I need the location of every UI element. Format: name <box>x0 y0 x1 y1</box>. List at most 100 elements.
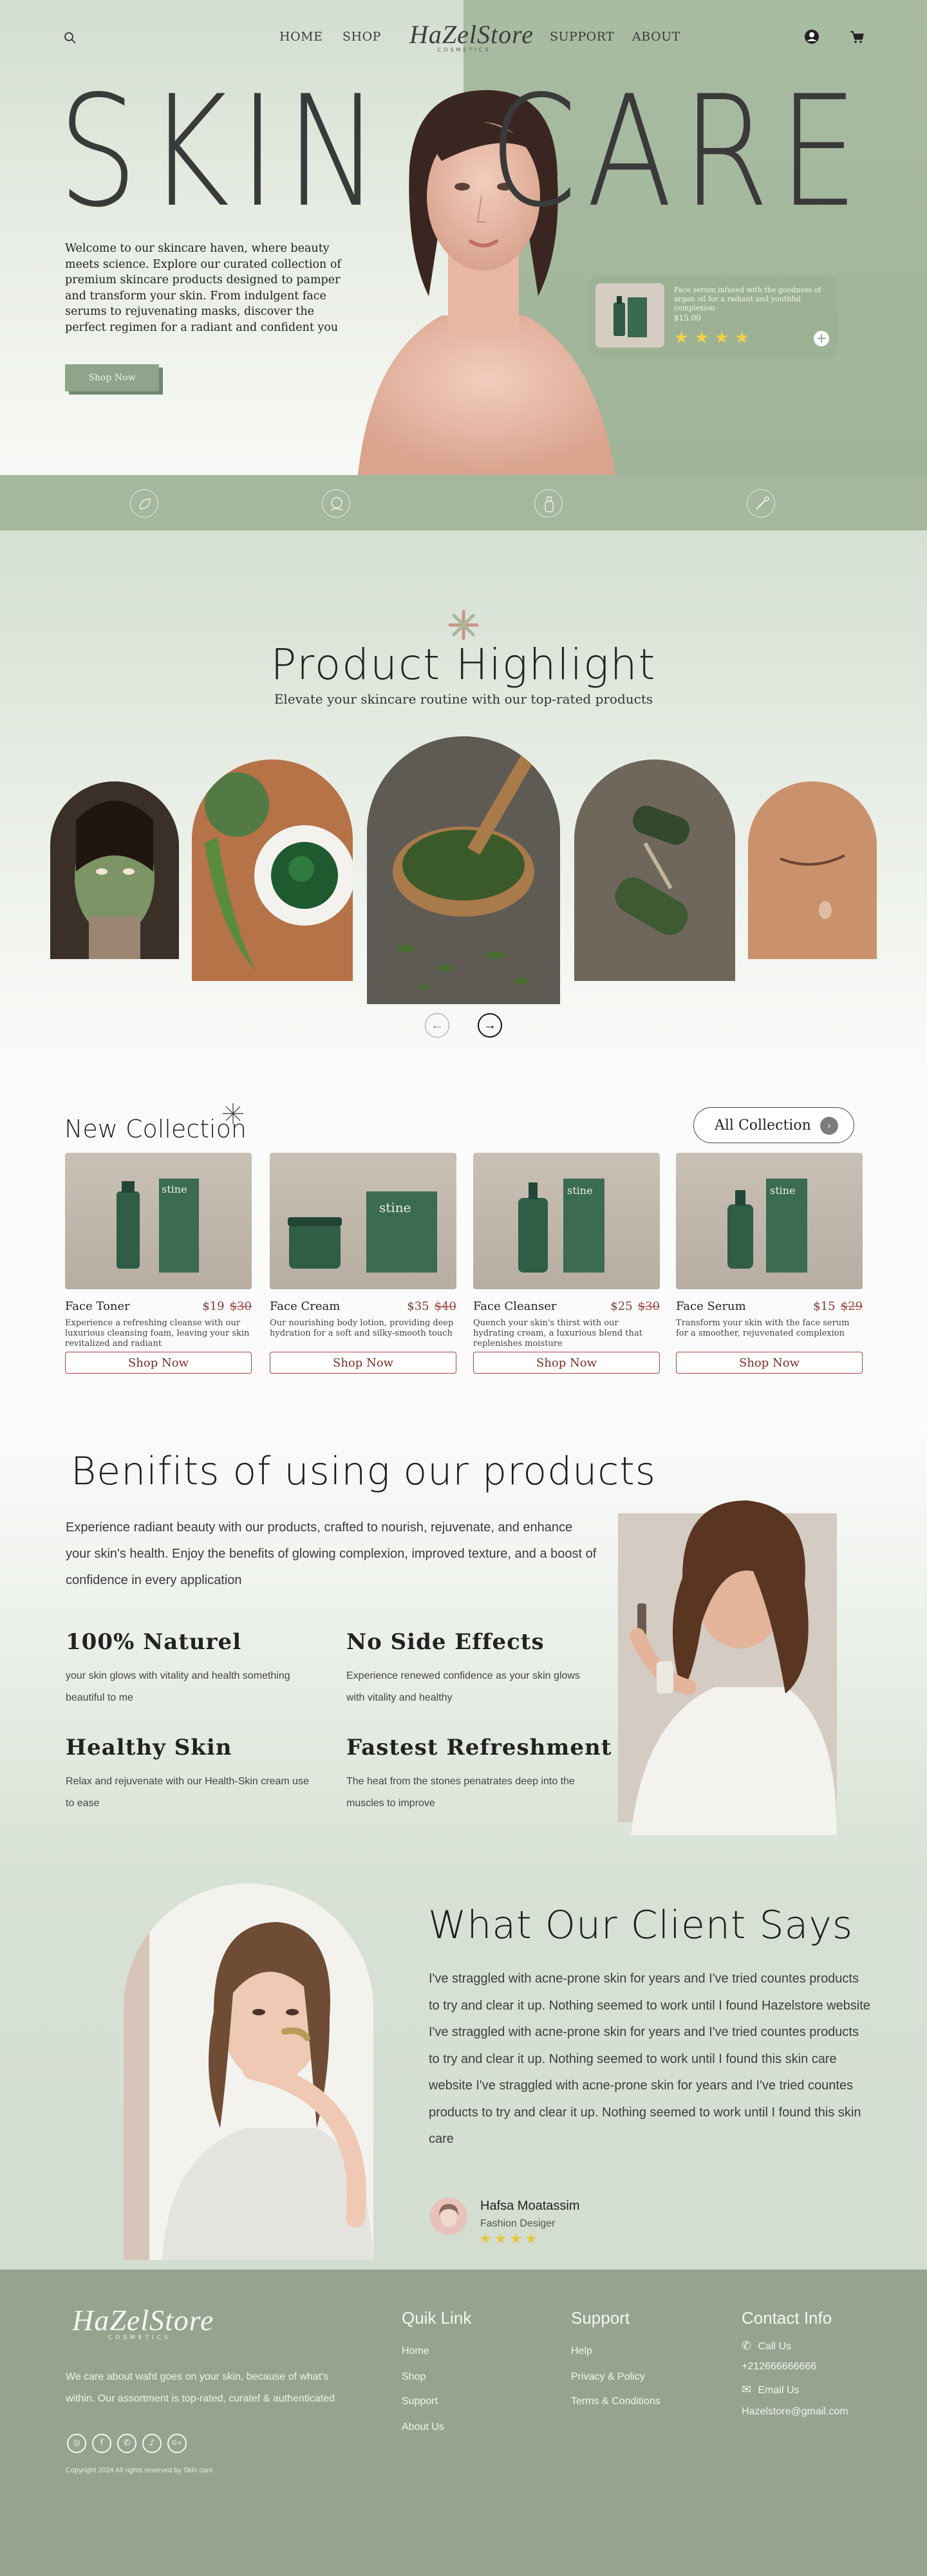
collection-title: New Collection <box>64 1115 247 1143</box>
bottle-badge-icon <box>534 489 563 518</box>
phone-icon: ✆ <box>742 2339 752 2352</box>
benefit-text: your skin glows with vitality and health… <box>66 1670 290 1703</box>
client-name: Hafsa Moatassim <box>480 2199 580 2213</box>
brand-label: stine <box>770 1184 796 1197</box>
shop-now-button[interactable]: Shop Now <box>65 1352 252 1374</box>
footer-logo[interactable]: HaZelStore COSMETICS <box>72 2303 214 2341</box>
nav-support-link[interactable]: SUPPORT <box>550 30 614 44</box>
product-name: Face Cream <box>270 1300 341 1313</box>
client-rating-stars: ★★★★ <box>479 2231 540 2247</box>
brand-logo[interactable]: HaZelStore COSMETICS <box>409 19 533 53</box>
product-description: Transform your skin with the face serum … <box>676 1318 850 1338</box>
footer-about-text: We care about waht goes on your skin, be… <box>66 2371 335 2404</box>
client-role: Fashion Desiger <box>480 2218 556 2229</box>
highlight-image-herbs-spoon[interactable] <box>367 736 560 1004</box>
email-address[interactable]: Hazelstore@gmail.com <box>742 2406 848 2418</box>
call-us-row[interactable]: ✆ Call Us <box>742 2339 791 2353</box>
hero-shop-now-button[interactable]: Shop Now <box>65 364 159 391</box>
carousel-prev-button[interactable]: ← <box>425 1013 449 1038</box>
benefit-text: Relax and rejuvenate with our Health-Ski… <box>66 1776 309 1809</box>
feature-icons-strip <box>0 475 927 530</box>
google-plus-icon[interactable]: G+ <box>167 2434 187 2453</box>
nav-about-link[interactable]: ABOUT <box>632 30 680 44</box>
product-card-face-cleanser[interactable]: stine Face Cleanser $25 $30 Quench your s… <box>473 1153 660 1374</box>
shop-now-button[interactable]: Shop Now <box>270 1352 456 1374</box>
whatsapp-icon[interactable]: ✆ <box>117 2434 136 2453</box>
promo-rating-stars: ★★★★ <box>674 328 755 348</box>
highlight-image-matcha-bowl[interactable] <box>192 760 353 981</box>
product-card-face-toner[interactable]: stine Face Toner $19 $30 Experience a ref… <box>65 1153 252 1374</box>
hero-title-front: CARE <box>489 76 927 229</box>
carousel-next-button[interactable]: → <box>478 1013 502 1038</box>
benefits-section: Benifits of using our products Experienc… <box>0 1423 927 1864</box>
testimonial-title: What Our Client Says <box>428 1903 854 1948</box>
product-highlight-section: Product Highlight Elevate your skincare … <box>0 530 927 1079</box>
benefit-text: Experience renewed confidence as your sk… <box>346 1670 580 1703</box>
product-name: Face Cleanser <box>473 1300 557 1313</box>
hero-title-care: CARE <box>489 63 868 241</box>
product-image: stine <box>270 1153 456 1289</box>
top-nav: HOME SHOP HaZelStore COSMETICS SUPPORT A… <box>0 0 927 74</box>
nav-home-link[interactable]: HOME <box>279 30 323 44</box>
footer-link-terms[interactable]: Terms & Conditions <box>571 2396 660 2407</box>
benefit-title: Healthy Skin <box>66 1735 232 1760</box>
email-us-row[interactable]: ✉ Email Us <box>742 2383 800 2396</box>
product-price: $25 <box>610 1300 633 1313</box>
promo-product-thumbnail <box>595 283 664 348</box>
tiktok-icon[interactable]: ♪ <box>142 2434 162 2453</box>
footer-link-privacy[interactable]: Privacy & Policy <box>571 2371 645 2383</box>
shop-now-button[interactable]: Shop Now <box>676 1352 863 1374</box>
footer-link-support[interactable]: Support <box>402 2396 438 2407</box>
promo-product-card[interactable]: Face serum infused with the goodness of … <box>589 277 837 354</box>
benefit-text: The heat from the stones penatrates deep… <box>346 1776 575 1809</box>
cart-icon[interactable] <box>848 28 865 45</box>
hero-section: HOME SHOP HaZelStore COSMETICS SUPPORT A… <box>0 0 927 475</box>
benefit-title: 100% Naturel <box>66 1629 242 1655</box>
all-collection-label: All Collection <box>715 1117 811 1134</box>
client-photo <box>124 1883 373 2260</box>
add-to-cart-plus-icon[interactable]: + <box>814 331 829 346</box>
all-collection-button[interactable]: All Collection › <box>693 1107 854 1143</box>
product-description: Experience a refreshing cleanse with our… <box>65 1318 250 1349</box>
sparkle-icon <box>448 610 479 640</box>
chevron-right-icon: › <box>820 1117 838 1135</box>
facebook-icon[interactable]: f <box>92 2434 111 2453</box>
footer-link-shop[interactable]: Shop <box>402 2371 426 2383</box>
product-image: stine <box>676 1153 863 1289</box>
testimonial-quote: I've straggled with acne-prone skin for … <box>429 1972 870 2146</box>
footer-logo-wordmark: HaZelStore <box>72 2304 214 2337</box>
highlight-subtitle: Elevate your skincare routine with our t… <box>274 691 653 707</box>
nav-shop-link[interactable]: SHOP <box>342 30 381 44</box>
footer-link-help[interactable]: Help <box>571 2346 592 2357</box>
dropper-badge-icon <box>747 489 775 518</box>
shop-now-button[interactable]: Shop Now <box>473 1352 660 1374</box>
instagram-icon[interactable]: ◎ <box>67 2434 86 2453</box>
product-card-face-cream[interactable]: stine Face Cream $35 $40 Our nourishing b… <box>270 1153 456 1374</box>
product-card-face-serum[interactable]: stine Face Serum $15 $29 Transform your s… <box>676 1153 863 1374</box>
product-old-price: $29 <box>840 1300 863 1313</box>
user-icon[interactable] <box>803 28 820 45</box>
product-name: Face Serum <box>676 1300 746 1313</box>
phone-number[interactable]: +212666666666 <box>742 2361 816 2373</box>
site-footer: HaZelStore COSMETICS We care about waht … <box>0 2270 927 2576</box>
product-old-price: $40 <box>434 1300 456 1313</box>
footer-link-home[interactable]: Home <box>402 2346 429 2357</box>
leaf-badge-icon <box>130 489 158 518</box>
highlight-image-jade-roller[interactable] <box>574 760 735 981</box>
benefits-title: Benifits of using our products <box>71 1449 657 1494</box>
copyright-text: Copyright 2024 All rights reserved by Sk… <box>66 2467 213 2474</box>
social-links: ◎ f ✆ ♪ G+ <box>67 2434 187 2453</box>
face-badge-icon <box>322 489 350 518</box>
highlight-image-green-mask[interactable] <box>50 781 179 959</box>
highlight-image-skin-closeup[interactable] <box>748 781 877 959</box>
brand-label: stine <box>567 1184 593 1197</box>
benefits-intro: Experience radiant beauty with our produ… <box>66 1520 597 1587</box>
client-avatar <box>430 2198 467 2235</box>
mail-icon: ✉ <box>742 2383 752 2396</box>
benefits-model-image <box>618 1500 837 1835</box>
search-icon[interactable] <box>63 31 77 45</box>
footer-link-about[interactable]: About Us <box>402 2422 444 2433</box>
product-price: $35 <box>407 1300 429 1313</box>
brand-label: stine <box>162 1183 187 1195</box>
product-description: Quench your skin's thirst with our hydra… <box>473 1318 642 1349</box>
